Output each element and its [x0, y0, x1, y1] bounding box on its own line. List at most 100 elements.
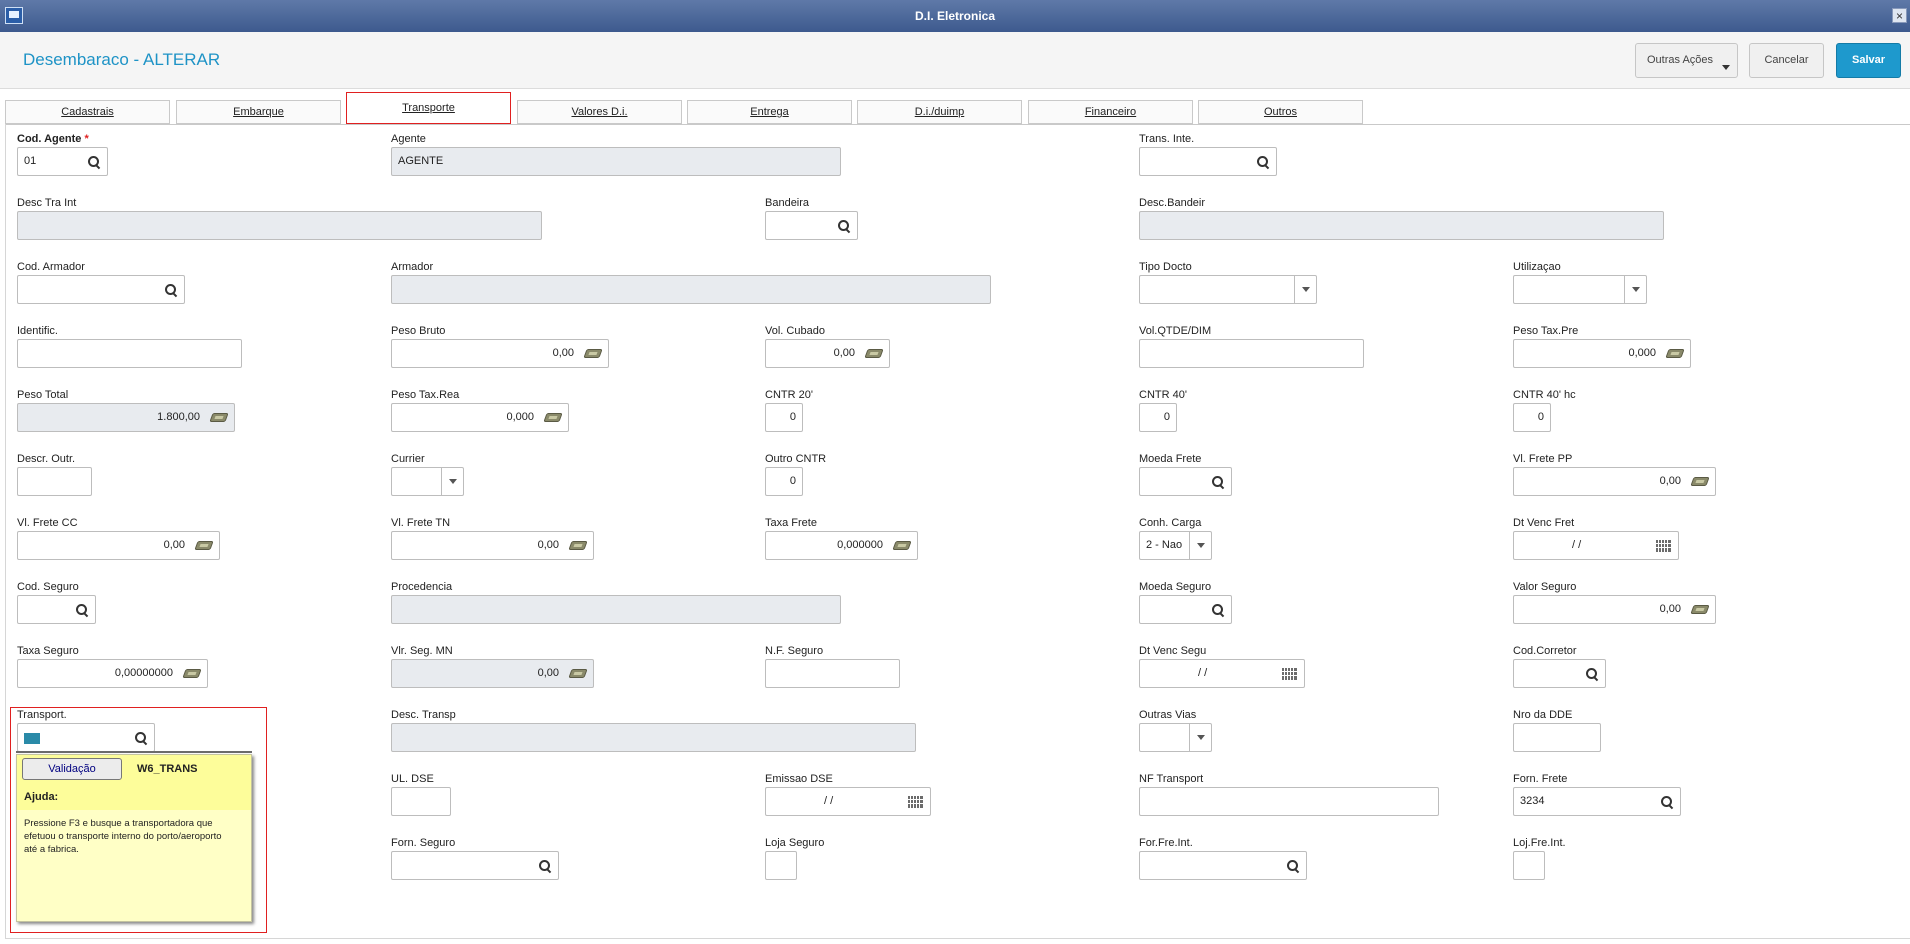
- close-icon[interactable]: ×: [1892, 8, 1907, 23]
- chevron-down-icon[interactable]: [1189, 724, 1211, 751]
- dt-venc-segu-input[interactable]: / /: [1139, 659, 1305, 688]
- vl-frete-cc-input[interactable]: 0,00: [17, 531, 220, 560]
- outras-vias-select[interactable]: [1139, 723, 1212, 752]
- search-icon[interactable]: [1252, 148, 1274, 175]
- valor-seguro-input[interactable]: 0,00: [1513, 595, 1716, 624]
- calculator-icon[interactable]: [1689, 596, 1711, 623]
- vl-frete-cc-label: Vl. Frete CC: [17, 517, 78, 529]
- nf-transport-input[interactable]: [1139, 787, 1439, 816]
- window-titlebar: D.I. Eletronica ×: [0, 0, 1910, 32]
- forn-frete-input[interactable]: 3234: [1513, 787, 1681, 816]
- tab-di-duimp[interactable]: D.i./duimp: [857, 100, 1022, 124]
- taxa-frete-input[interactable]: 0,000000: [765, 531, 918, 560]
- peso-tax-rea-input[interactable]: 0,000: [391, 403, 569, 432]
- cntr-40-hc-input[interactable]: 0: [1513, 403, 1551, 432]
- transport-label: Transport.: [17, 709, 67, 721]
- vol-cubado-input[interactable]: 0,00: [765, 339, 890, 368]
- transport-input[interactable]: [17, 723, 155, 752]
- loj-fre-int-input[interactable]: [1513, 851, 1545, 880]
- outro-cntr-input[interactable]: 0: [765, 467, 803, 496]
- cntr-20-input[interactable]: 0: [765, 403, 803, 432]
- outras-acoes-button[interactable]: Outras Ações: [1635, 43, 1738, 78]
- nro-dde-input[interactable]: [1513, 723, 1601, 752]
- peso-tax-pre-input[interactable]: 0,000: [1513, 339, 1691, 368]
- taxa-seguro-input[interactable]: 0,00000000: [17, 659, 208, 688]
- conh-carga-select[interactable]: 2 - Nao: [1139, 531, 1212, 560]
- nf-seguro-input[interactable]: [765, 659, 900, 688]
- moeda-seguro-input[interactable]: [1139, 595, 1232, 624]
- chevron-down-icon[interactable]: [441, 468, 463, 495]
- descr-outr-input[interactable]: [17, 467, 92, 496]
- calculator-icon[interactable]: [181, 660, 203, 687]
- search-icon[interactable]: [160, 276, 182, 303]
- forn-seguro-input[interactable]: [391, 851, 559, 880]
- dt-venc-fret-input[interactable]: / /: [1513, 531, 1679, 560]
- ul-dse-input[interactable]: [391, 787, 451, 816]
- help-header: Validação W6_TRANS Ajuda:: [17, 755, 251, 810]
- peso-total-label: Peso Total: [17, 389, 69, 401]
- search-icon[interactable]: [71, 596, 93, 623]
- tab-transporte[interactable]: Transporte: [346, 92, 511, 124]
- calculator-icon[interactable]: [863, 340, 885, 367]
- loja-seguro-input[interactable]: [765, 851, 797, 880]
- cod-agente-input[interactable]: 01: [17, 147, 108, 176]
- save-button[interactable]: Salvar: [1836, 43, 1901, 78]
- calculator-icon[interactable]: [542, 404, 564, 431]
- identific-input[interactable]: [17, 339, 242, 368]
- vol-qtde-dim-input[interactable]: [1139, 339, 1364, 368]
- tipo-docto-select[interactable]: [1139, 275, 1317, 304]
- calendar-icon[interactable]: [1652, 532, 1674, 559]
- search-icon[interactable]: [833, 212, 855, 239]
- calculator-icon[interactable]: [891, 532, 913, 559]
- bandeira-label: Bandeira: [765, 197, 810, 209]
- trans-inte-input[interactable]: [1139, 147, 1277, 176]
- bandeira-input[interactable]: [765, 211, 858, 240]
- vl-frete-pp-input[interactable]: 0,00: [1513, 467, 1716, 496]
- cntr-40-input[interactable]: 0: [1139, 403, 1177, 432]
- search-icon[interactable]: [130, 724, 152, 751]
- calculator-icon[interactable]: [193, 532, 215, 559]
- emissao-dse-input[interactable]: / /: [765, 787, 931, 816]
- tab-financeiro[interactable]: Financeiro: [1028, 100, 1193, 124]
- chevron-down-icon[interactable]: [1189, 532, 1211, 559]
- calculator-icon[interactable]: [1664, 340, 1686, 367]
- cntr-40-hc-label: CNTR 40' hc: [1513, 389, 1576, 401]
- nro-dde-label: Nro da DDE: [1513, 709, 1573, 721]
- calendar-icon[interactable]: [1278, 660, 1300, 687]
- peso-bruto-input[interactable]: 0,00: [391, 339, 609, 368]
- search-icon[interactable]: [1581, 660, 1603, 687]
- ul-dse-label: UL. DSE: [391, 773, 434, 785]
- tab-embarque[interactable]: Embarque: [176, 100, 341, 124]
- cod-corretor-input[interactable]: [1513, 659, 1606, 688]
- tab-entrega[interactable]: Entrega: [687, 100, 852, 124]
- tab-cadastrais[interactable]: Cadastrais: [5, 100, 170, 124]
- tab-outros[interactable]: Outros: [1198, 100, 1363, 124]
- vl-frete-tn-input[interactable]: 0,00: [391, 531, 594, 560]
- for-fre-int-input[interactable]: [1139, 851, 1307, 880]
- utilizacao-select[interactable]: [1513, 275, 1647, 304]
- search-icon[interactable]: [534, 852, 556, 879]
- search-icon[interactable]: [1282, 852, 1304, 879]
- calculator-icon[interactable]: [567, 532, 589, 559]
- moeda-frete-input[interactable]: [1139, 467, 1232, 496]
- cancel-button[interactable]: Cancelar: [1749, 43, 1824, 78]
- tab-valores-di[interactable]: Valores D.i.: [517, 100, 682, 124]
- loja-seguro-label: Loja Seguro: [765, 837, 825, 849]
- cod-corretor-label: Cod.Corretor: [1513, 645, 1577, 657]
- validacao-button[interactable]: Validação: [22, 758, 122, 780]
- search-icon[interactable]: [1207, 596, 1229, 623]
- calculator-icon[interactable]: [1689, 468, 1711, 495]
- calendar-icon[interactable]: [904, 788, 926, 815]
- search-icon[interactable]: [83, 148, 105, 175]
- calculator-icon[interactable]: [582, 340, 604, 367]
- chevron-down-icon[interactable]: [1624, 276, 1646, 303]
- search-icon[interactable]: [1656, 788, 1678, 815]
- window-title: D.I. Eletronica: [914, 9, 996, 23]
- cod-seguro-input[interactable]: [17, 595, 96, 624]
- currier-select[interactable]: [391, 467, 464, 496]
- chevron-down-icon[interactable]: [1294, 276, 1316, 303]
- search-icon[interactable]: [1207, 468, 1229, 495]
- cod-armador-input[interactable]: [17, 275, 185, 304]
- valor-seguro-label: Valor Seguro: [1513, 581, 1577, 593]
- peso-total-field: 1.800,00: [17, 403, 235, 432]
